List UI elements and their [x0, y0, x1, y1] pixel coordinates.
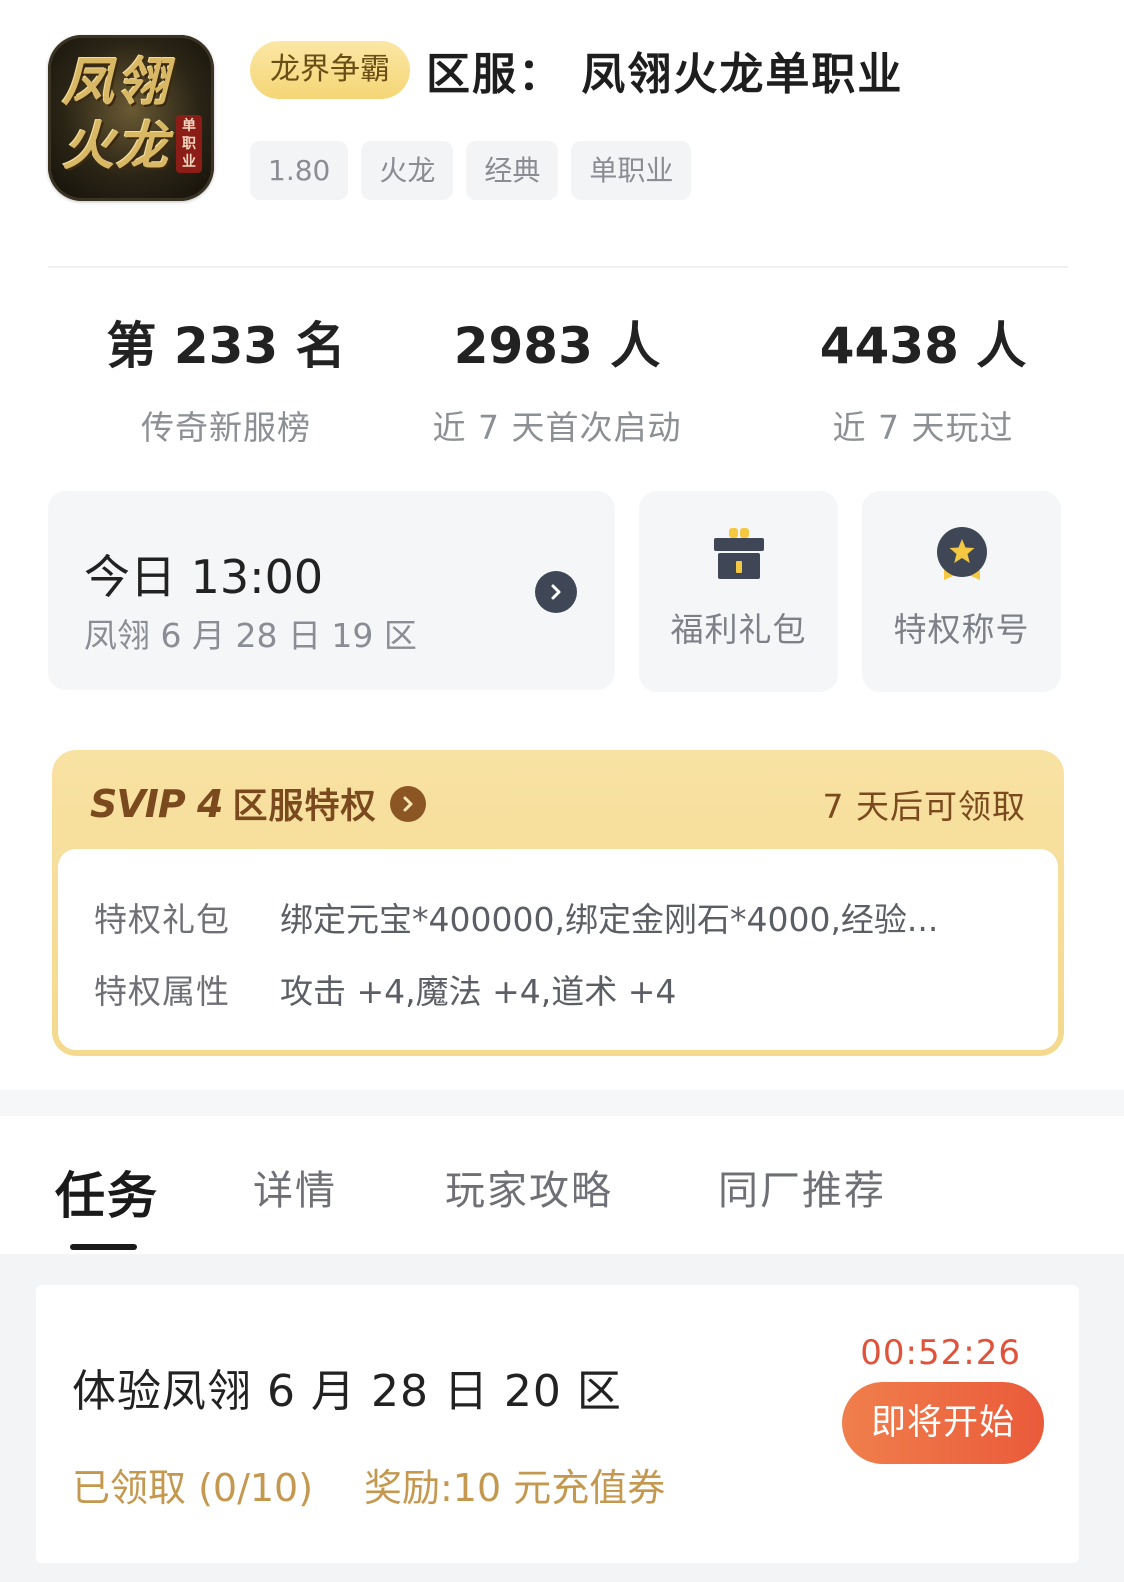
stat-first-launch: 2983 人 近 7 天首次启动: [397, 315, 717, 449]
section-separator: [0, 1090, 1124, 1116]
coming-soon-button[interactable]: 即将开始: [842, 1382, 1044, 1464]
stat-label: 传奇新服榜: [141, 408, 311, 447]
task-name: 体验凤翎 6 月 28 日 20 区: [72, 1366, 622, 1417]
medal-icon: [934, 526, 990, 582]
welfare-gift-card[interactable]: 福利礼包: [639, 491, 838, 692]
svip-row-attr: 特权属性 攻击 +4,魔法 +4,道术 +4: [94, 965, 676, 1013]
stat-played: 4438 人 近 7 天玩过: [763, 315, 1083, 449]
stat-value: 2983 人: [453, 317, 661, 375]
welfare-gift-label: 福利礼包: [670, 610, 807, 649]
privilege-title-label: 特权称号: [893, 610, 1030, 649]
gift-icon: [711, 526, 767, 582]
page-title: 区服： 凤翎火龙单职业: [426, 49, 904, 100]
svip-row-key: 特权礼包: [94, 900, 230, 939]
task-countdown: 00:52:26: [860, 1333, 1021, 1373]
svip-privilege-panel: SVIP 4 区服特权 7 天后可领取 特权礼包 绑定元宝*400000,绑定金…: [52, 750, 1064, 1056]
svip-claim-status: 7 天后可领取: [822, 787, 1026, 826]
privilege-title-card[interactable]: 特权称号: [862, 491, 1061, 692]
tag-chip[interactable]: 单职业: [571, 141, 692, 200]
tab-details[interactable]: 详情: [253, 1158, 337, 1216]
chevron-right-icon[interactable]: [535, 571, 577, 613]
stat-value: 4438 人: [819, 317, 1027, 375]
open-server-name: 凤翎 6 月 28 日 19 区: [84, 616, 417, 655]
task-claim-status: 已领取 (0/10): [72, 1466, 314, 1510]
tag-chip[interactable]: 经典: [466, 141, 559, 200]
tab-indicator: [70, 1244, 137, 1250]
stat-label: 近 7 天首次启动: [432, 408, 682, 447]
svip-detail-box: 特权礼包 绑定元宝*400000,绑定金刚石*4000,经验... 特权属性 攻…: [58, 849, 1058, 1050]
tag-list: 1.80 火龙 经典 单职业: [250, 141, 692, 200]
app-icon-seal: 单职业: [176, 115, 202, 173]
open-server-card[interactable]: 今日 13:00 凤翎 6 月 28 日 19 区: [48, 491, 615, 690]
task-card[interactable]: 体验凤翎 6 月 28 日 20 区 已领取 (0/10) 奖励:10 元充值券…: [36, 1285, 1079, 1563]
divider: [48, 266, 1068, 268]
tab-same-vendor[interactable]: 同厂推荐: [718, 1158, 886, 1216]
svip-row-value: 攻击 +4,魔法 +4,道术 +4: [280, 972, 677, 1011]
tab-tasks[interactable]: 任务: [55, 1156, 159, 1228]
svip-header[interactable]: SVIP 4 区服特权: [90, 778, 427, 829]
chevron-right-icon[interactable]: [390, 785, 427, 822]
svip-row-gift: 特权礼包 绑定元宝*400000,绑定金刚石*4000,经验...: [94, 893, 938, 941]
tag-chip[interactable]: 火龙: [361, 141, 454, 200]
tab-bar: 任务 详情 玩家攻略 同厂推荐: [0, 1116, 1124, 1254]
stat-value: 第 233 名: [106, 317, 346, 375]
open-time: 今日 13:00: [84, 550, 324, 604]
svip-row-value: 绑定元宝*400000,绑定金刚石*4000,经验...: [280, 900, 939, 939]
title-row: 龙界争霸 区服： 凤翎火龙单职业: [250, 40, 903, 100]
tag-chip[interactable]: 1.80: [250, 141, 349, 200]
stat-rank[interactable]: 第 233 名 传奇新服榜: [66, 315, 386, 449]
tab-player-guides[interactable]: 玩家攻略: [445, 1158, 613, 1216]
app-icon: 凤翎火龙 单职业: [48, 35, 214, 201]
svip-title: 区服特权: [232, 787, 377, 827]
game-badge: 龙界争霸: [250, 41, 410, 99]
svip-row-key: 特权属性: [94, 972, 230, 1011]
svip-logo: SVIP 4: [90, 781, 223, 826]
stat-label: 近 7 天玩过: [832, 408, 1014, 447]
task-reward: 奖励:10 元充值券: [364, 1466, 666, 1510]
